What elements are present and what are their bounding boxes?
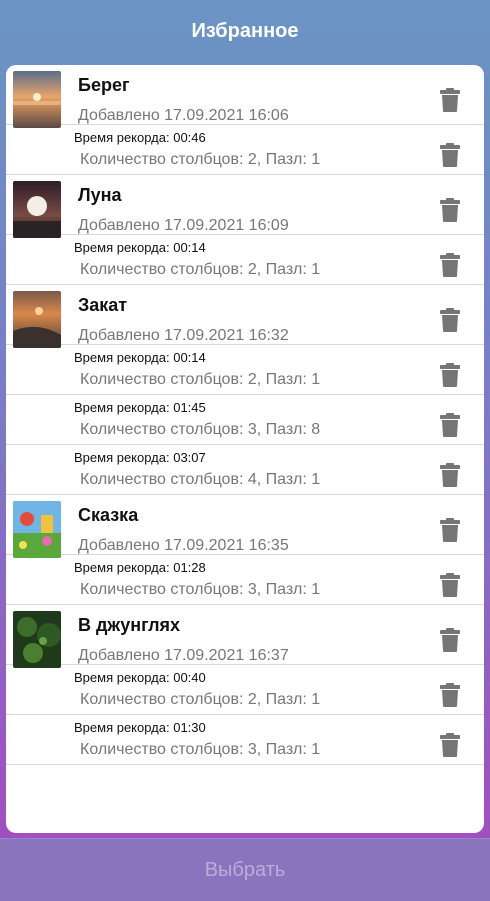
record-time: Время рекорда: 00:40 xyxy=(74,670,206,685)
favorite-delete-button[interactable] xyxy=(440,198,460,222)
favorite-title: Берег xyxy=(78,75,130,95)
record-item[interactable]: Время рекорда: 01:45 Количество столбцов:… xyxy=(6,395,484,445)
favorite-delete-button[interactable] xyxy=(440,88,460,112)
puzzle-thumbnail xyxy=(13,181,61,238)
favorite-added-date: Добавлено 17.09.2021 16:35 xyxy=(78,537,289,554)
favorite-title: Луна xyxy=(78,185,122,205)
record-time: Время рекорда: 01:30 xyxy=(74,720,206,735)
favorite-delete-button[interactable] xyxy=(440,628,460,652)
favorite-delete-button[interactable] xyxy=(440,518,460,542)
favorite-added-date: Добавлено 17.09.2021 16:37 xyxy=(78,647,289,664)
record-time: Время рекорда: 03:07 xyxy=(74,450,206,465)
trash-icon xyxy=(440,253,460,277)
record-time: Время рекорда: 00:46 xyxy=(74,130,206,145)
trash-icon xyxy=(440,573,460,597)
record-item[interactable]: Время рекорда: 01:28 Количество столбцов:… xyxy=(6,555,484,605)
record-delete-button[interactable] xyxy=(440,463,460,487)
favorite-item[interactable]: Закат Добавлено 17.09.2021 16:32 xyxy=(6,285,484,348)
trash-icon xyxy=(440,628,460,652)
app-bar: Избранное xyxy=(0,0,490,62)
record-info: Количество столбцов: 2, Пазл: 1 xyxy=(80,261,321,278)
record-item[interactable]: Время рекорда: 00:14 Количество столбцов:… xyxy=(6,235,484,285)
favorite-title: В джунглях xyxy=(78,615,181,635)
trash-icon xyxy=(440,198,460,222)
record-time: Время рекорда: 01:45 xyxy=(74,400,206,415)
favorite-added-date: Добавлено 17.09.2021 16:06 xyxy=(78,107,289,124)
record-info: Количество столбцов: 4, Пазл: 1 xyxy=(80,471,321,488)
trash-icon xyxy=(440,363,460,387)
record-info: Количество столбцов: 2, Пазл: 1 xyxy=(80,691,321,708)
puzzle-thumbnail xyxy=(13,501,61,558)
record-info: Количество столбцов: 2, Пазл: 1 xyxy=(80,151,321,168)
record-info: Количество столбцов: 3, Пазл: 1 xyxy=(80,581,321,598)
favorite-item[interactable]: Сказка Добавлено 17.09.2021 16:35 xyxy=(6,495,484,558)
select-button-label: Выбрать xyxy=(204,858,286,881)
trash-icon xyxy=(440,733,460,757)
favorite-item[interactable]: В джунглях Добавлено 17.09.2021 16:37 xyxy=(6,605,484,668)
trash-icon xyxy=(440,683,460,707)
record-item[interactable]: Время рекорда: 01:30 Количество столбцов:… xyxy=(6,715,484,765)
trash-icon xyxy=(440,518,460,542)
record-item[interactable]: Время рекорда: 03:07 Количество столбцов:… xyxy=(6,445,484,495)
page-title: Избранное xyxy=(191,19,299,42)
trash-icon xyxy=(440,413,460,437)
record-delete-button[interactable] xyxy=(440,573,460,597)
favorite-item[interactable]: Берег Добавлено 17.09.2021 16:06 xyxy=(6,65,484,128)
record-delete-button[interactable] xyxy=(440,413,460,437)
trash-icon xyxy=(440,308,460,332)
favorite-added-date: Добавлено 17.09.2021 16:32 xyxy=(78,327,289,344)
record-time: Время рекорда: 00:14 xyxy=(74,350,206,365)
record-time: Время рекорда: 01:28 xyxy=(74,560,206,575)
record-info: Количество столбцов: 2, Пазл: 1 xyxy=(80,371,321,388)
favorite-title: Сказка xyxy=(78,505,139,525)
record-item[interactable]: Время рекорда: 00:40 Количество столбцов:… xyxy=(6,665,484,715)
record-delete-button[interactable] xyxy=(440,683,460,707)
trash-icon xyxy=(440,463,460,487)
puzzle-thumbnail xyxy=(13,611,61,668)
record-delete-button[interactable] xyxy=(440,733,460,757)
record-delete-button[interactable] xyxy=(440,253,460,277)
favorite-item[interactable]: Луна Добавлено 17.09.2021 16:09 xyxy=(6,175,484,238)
record-time: Время рекорда: 00:14 xyxy=(74,240,206,255)
trash-icon xyxy=(440,88,460,112)
favorites-list[interactable]: Берег Добавлено 17.09.2021 16:06 Время рек… xyxy=(6,65,484,833)
select-button[interactable]: Выбрать xyxy=(0,838,490,901)
favorite-added-date: Добавлено 17.09.2021 16:09 xyxy=(78,217,289,234)
record-delete-button[interactable] xyxy=(440,363,460,387)
record-item[interactable]: Время рекорда: 00:14 Количество столбцов:… xyxy=(6,345,484,395)
favorite-title: Закат xyxy=(78,295,128,315)
favorite-delete-button[interactable] xyxy=(440,308,460,332)
puzzle-thumbnail xyxy=(13,291,61,348)
record-delete-button[interactable] xyxy=(440,143,460,167)
record-info: Количество столбцов: 3, Пазл: 8 xyxy=(80,421,321,438)
record-item[interactable]: Время рекорда: 00:46 Количество столбцов:… xyxy=(6,125,484,175)
record-info: Количество столбцов: 3, Пазл: 1 xyxy=(80,741,321,758)
puzzle-thumbnail xyxy=(13,71,61,128)
trash-icon xyxy=(440,143,460,167)
